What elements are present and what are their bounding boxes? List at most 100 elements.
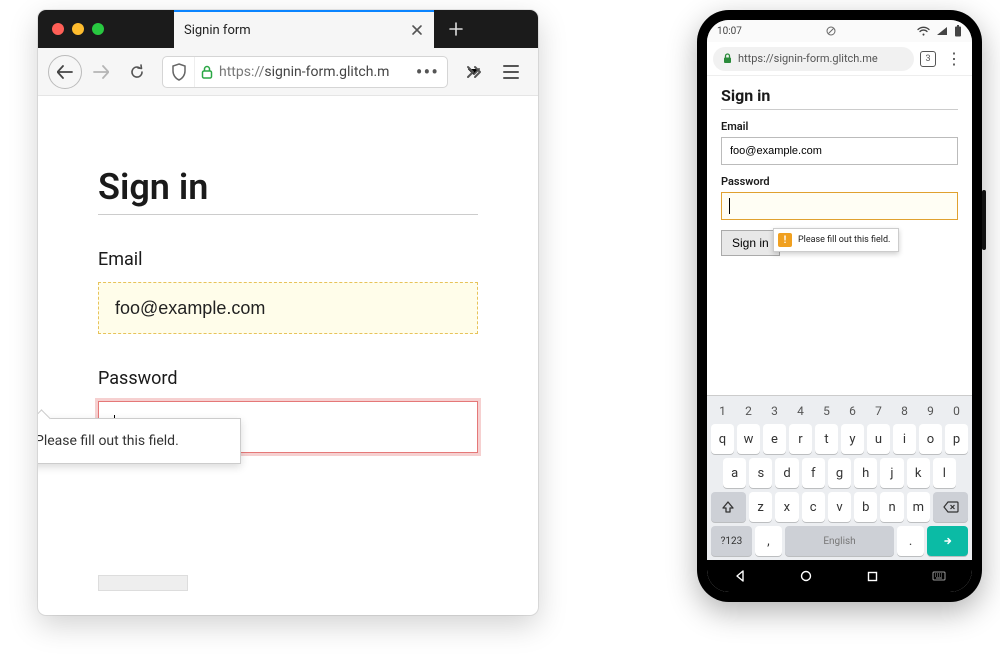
browser-tab[interactable]: Signin form bbox=[174, 10, 434, 48]
password-label: Password bbox=[721, 175, 958, 188]
key-l[interactable]: l bbox=[933, 458, 956, 488]
nav-home-button[interactable] bbox=[799, 569, 813, 583]
validation-tooltip: ! Please fill out this field. bbox=[773, 228, 899, 252]
url-text: https://signin-form.glitch.m bbox=[219, 64, 408, 80]
close-window-button[interactable] bbox=[52, 23, 64, 35]
keyboard-row-2: asdfghjkl bbox=[711, 458, 968, 488]
overflow-chevrons-icon[interactable] bbox=[458, 55, 492, 89]
key-p[interactable]: p bbox=[945, 424, 968, 454]
key-m[interactable]: m bbox=[907, 492, 930, 522]
phone-browser-toolbar: https://signin-form.glitch.me 3 ⋮ bbox=[707, 42, 972, 76]
tracking-protection-icon[interactable] bbox=[163, 57, 195, 87]
signal-icon bbox=[936, 26, 948, 36]
key-i[interactable]: i bbox=[893, 424, 916, 454]
key-k[interactable]: k bbox=[907, 458, 930, 488]
zoom-window-button[interactable] bbox=[92, 23, 104, 35]
validation-tooltip: Please fill out this field. bbox=[38, 418, 241, 464]
nav-keyboard-switch-button[interactable] bbox=[932, 569, 946, 583]
key-n[interactable]: n bbox=[880, 492, 903, 522]
email-input[interactable] bbox=[98, 282, 478, 334]
status-no-sim-icon bbox=[826, 26, 836, 36]
nav-recents-button[interactable] bbox=[866, 569, 880, 583]
battery-icon bbox=[954, 25, 962, 37]
page-heading: Sign in bbox=[98, 166, 478, 208]
submit-button[interactable] bbox=[98, 575, 188, 591]
key-h[interactable]: h bbox=[854, 458, 877, 488]
key-7[interactable]: 7 bbox=[867, 402, 890, 420]
key-c[interactable]: c bbox=[802, 492, 825, 522]
keyboard-row-3: zxcvbnm bbox=[711, 492, 968, 522]
heading-rule bbox=[721, 109, 958, 110]
key-x[interactable]: x bbox=[775, 492, 798, 522]
on-screen-keyboard: 1234567890 qwertyuiop asdfghjkl zxcvbnm … bbox=[707, 395, 972, 560]
phone-url-text: https://signin-form.glitch.me bbox=[738, 52, 878, 65]
comma-key[interactable]: , bbox=[755, 526, 782, 556]
key-s[interactable]: s bbox=[749, 458, 772, 488]
key-z[interactable]: z bbox=[749, 492, 772, 522]
lock-icon bbox=[195, 65, 219, 79]
key-u[interactable]: u bbox=[867, 424, 890, 454]
key-v[interactable]: v bbox=[828, 492, 851, 522]
key-y[interactable]: y bbox=[841, 424, 864, 454]
password-input[interactable] bbox=[721, 192, 958, 220]
key-o[interactable]: o bbox=[919, 424, 942, 454]
shift-key[interactable] bbox=[711, 492, 746, 522]
key-q[interactable]: q bbox=[711, 424, 734, 454]
symbols-key[interactable]: ?123 bbox=[711, 526, 752, 556]
key-j[interactable]: j bbox=[880, 458, 903, 488]
keyboard-number-row: 1234567890 bbox=[711, 402, 968, 420]
key-d[interactable]: d bbox=[775, 458, 798, 488]
address-bar[interactable]: https://signin-form.glitch.m ••• bbox=[162, 56, 448, 88]
enter-key[interactable] bbox=[927, 526, 968, 556]
validation-message: Please fill out this field. bbox=[38, 433, 179, 449]
backspace-key[interactable] bbox=[933, 492, 968, 522]
key-6[interactable]: 6 bbox=[841, 402, 864, 420]
new-tab-button[interactable] bbox=[440, 13, 472, 45]
hamburger-menu-button[interactable] bbox=[494, 55, 528, 89]
key-b[interactable]: b bbox=[854, 492, 877, 522]
nav-back-button[interactable] bbox=[733, 569, 747, 583]
key-0[interactable]: 0 bbox=[945, 402, 968, 420]
key-t[interactable]: t bbox=[815, 424, 838, 454]
email-label: Email bbox=[98, 249, 478, 270]
reload-button[interactable] bbox=[120, 55, 154, 89]
close-tab-button[interactable] bbox=[410, 23, 424, 37]
phone-status-bar: 10:07 bbox=[707, 20, 972, 42]
lock-icon bbox=[723, 53, 732, 64]
key-r[interactable]: r bbox=[789, 424, 812, 454]
key-4[interactable]: 4 bbox=[789, 402, 812, 420]
warning-icon: ! bbox=[778, 233, 792, 247]
page-heading: Sign in bbox=[721, 86, 958, 105]
key-g[interactable]: g bbox=[828, 458, 851, 488]
page-content: Sign in Email Password Please fill out t… bbox=[38, 96, 538, 615]
back-button[interactable] bbox=[48, 55, 82, 89]
keyboard-row-4: ?123 , English . bbox=[711, 526, 968, 556]
desktop-browser-window: Signin form https://signin- bbox=[38, 10, 538, 615]
submit-button[interactable]: Sign in bbox=[721, 230, 780, 256]
email-input[interactable] bbox=[721, 137, 958, 165]
forward-button[interactable] bbox=[84, 55, 118, 89]
android-navigation-bar bbox=[707, 560, 972, 592]
heading-rule bbox=[98, 214, 478, 215]
spacebar-key[interactable]: English bbox=[785, 526, 894, 556]
text-caret bbox=[729, 198, 730, 214]
validation-message: Please fill out this field. bbox=[798, 235, 890, 245]
key-8[interactable]: 8 bbox=[893, 402, 916, 420]
browser-toolbar: https://signin-form.glitch.m ••• bbox=[38, 48, 538, 96]
key-9[interactable]: 9 bbox=[919, 402, 942, 420]
key-3[interactable]: 3 bbox=[763, 402, 786, 420]
phone-page-content: Sign in Email Password Sign in ! Please … bbox=[707, 76, 972, 256]
key-a[interactable]: a bbox=[723, 458, 746, 488]
minimize-window-button[interactable] bbox=[72, 23, 84, 35]
tab-count-button[interactable]: 3 bbox=[920, 51, 936, 67]
phone-address-bar[interactable]: https://signin-form.glitch.me bbox=[713, 47, 914, 71]
key-f[interactable]: f bbox=[802, 458, 825, 488]
key-5[interactable]: 5 bbox=[815, 402, 838, 420]
period-key[interactable]: . bbox=[897, 526, 924, 556]
key-1[interactable]: 1 bbox=[711, 402, 734, 420]
key-w[interactable]: w bbox=[737, 424, 760, 454]
wifi-icon bbox=[917, 26, 930, 36]
key-e[interactable]: e bbox=[763, 424, 786, 454]
browser-menu-button[interactable]: ⋮ bbox=[942, 49, 966, 68]
key-2[interactable]: 2 bbox=[737, 402, 760, 420]
